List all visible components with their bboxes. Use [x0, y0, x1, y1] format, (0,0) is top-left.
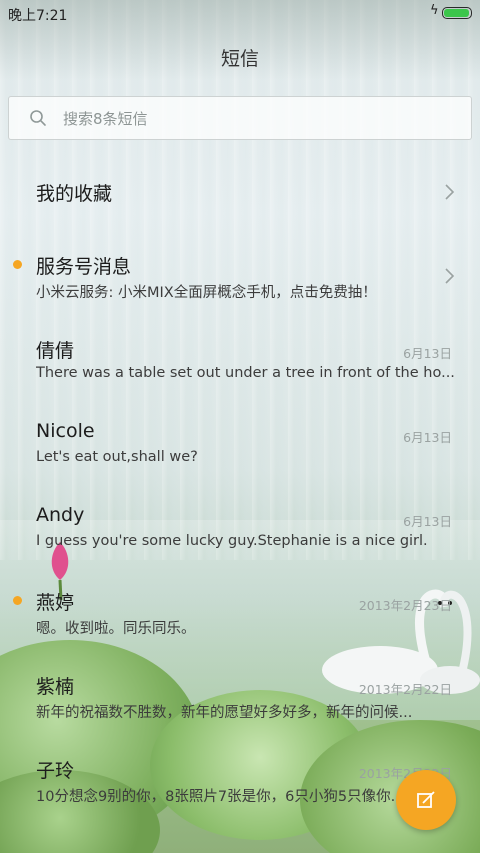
- search-input[interactable]: [61, 105, 445, 133]
- list-item-conversation[interactable]: 燕婷 2013年2月23日 嗯。收到啦。同乐同乐。: [0, 570, 480, 654]
- compose-button[interactable]: [396, 770, 456, 830]
- list-item-conversation[interactable]: Nicole 6月13日 Let's eat out,shall we?: [0, 402, 480, 486]
- list-item-conversation[interactable]: 紫楠 2013年2月22日 新年的祝福数不胜数，新年的愿望好多好多，新年的问候.…: [0, 654, 480, 738]
- list-item-service-messages[interactable]: 服务号消息 小米云服务: 小米MIX全面屏概念手机，点击免费抽！: [0, 234, 480, 318]
- conversation-preview: 新年的祝福数不胜数，新年的愿望好多好多，新年的问候...: [36, 705, 413, 721]
- conversation-date: 6月13日: [403, 430, 452, 445]
- conversation-name: Nicole: [36, 420, 95, 442]
- conversation-preview: I guess you're some lucky guy.Stephanie …: [36, 533, 428, 549]
- conversation-preview: 小米云服务: 小米MIX全面屏概念手机，点击免费抽！: [36, 285, 377, 301]
- battery-fill: [444, 9, 469, 17]
- unread-dot: [13, 260, 22, 269]
- chevron-right-icon: [445, 184, 455, 200]
- conversation-date: 2013年2月22日: [358, 682, 452, 697]
- conversation-preview: Let's eat out,shall we?: [36, 449, 198, 465]
- list-item-favorites[interactable]: 我的收藏: [0, 150, 480, 234]
- conversation-date: 6月13日: [403, 346, 452, 361]
- conversation-name: 燕婷: [36, 592, 75, 614]
- search-icon: [30, 110, 46, 126]
- conversation-name: Andy: [36, 504, 85, 526]
- list-item-conversation[interactable]: Andy 6月13日 I guess you're some lucky guy…: [0, 486, 480, 570]
- chevron-right-icon: [445, 268, 455, 284]
- conversation-name: 倩倩: [36, 340, 75, 362]
- unread-dot: [13, 596, 22, 605]
- conversation-name: 我的收藏: [36, 183, 113, 205]
- conversation-preview: There was a table set out under a tree i…: [36, 365, 455, 381]
- conversation-name: 服务号消息: [36, 256, 132, 278]
- conversation-date: 6月13日: [403, 514, 452, 529]
- status-time: 晚上7:21: [8, 8, 68, 24]
- page-title: 短信: [220, 48, 259, 70]
- flash-icon: ϟ: [430, 3, 439, 18]
- conversation-preview: 嗯。收到啦。同乐同乐。: [36, 621, 196, 637]
- battery-icon: [442, 7, 472, 19]
- status-bar: 晚上7:21 ϟ: [0, 0, 480, 28]
- conversation-name: 紫楠: [36, 676, 75, 698]
- compose-icon: [417, 791, 435, 808]
- conversation-preview: 10分想念9别的你，8张照片7张是你，6只小狗5只像你...: [36, 789, 405, 805]
- search-bar[interactable]: [8, 96, 472, 140]
- conversation-name: 子玲: [36, 760, 75, 782]
- conversation-date: 2013年2月23日: [358, 598, 452, 613]
- list-item-conversation[interactable]: 倩倩 6月13日 There was a table set out under…: [0, 318, 480, 402]
